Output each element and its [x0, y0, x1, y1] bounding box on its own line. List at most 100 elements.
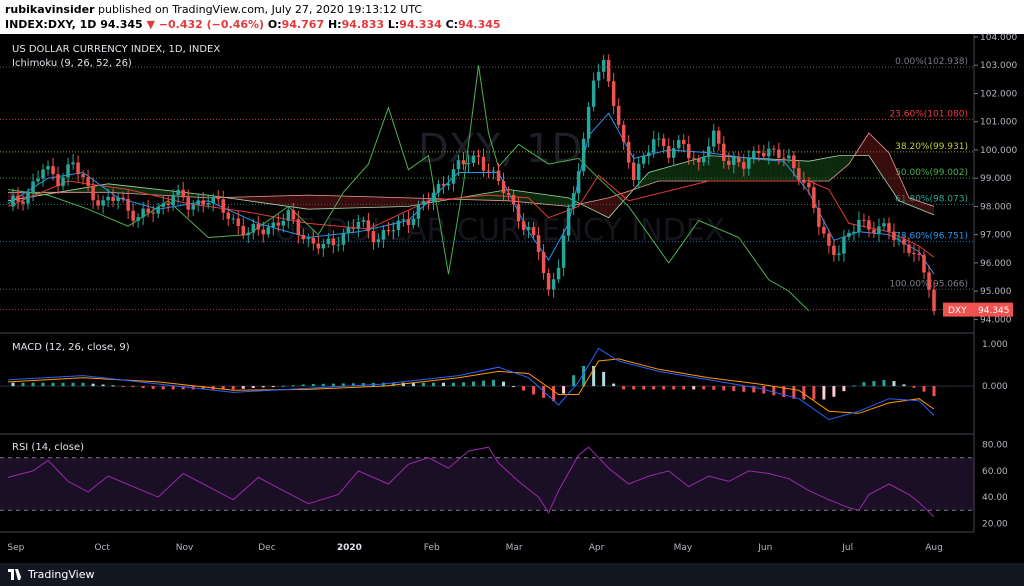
time-axis-label: Aug [925, 543, 943, 553]
candle-body [421, 201, 426, 205]
candle-body [176, 189, 180, 195]
macd-histogram-bar [862, 382, 866, 387]
candle-body [481, 156, 486, 171]
candle-body [681, 139, 686, 145]
macd-histogram-bar [472, 381, 476, 387]
candle-body [266, 227, 271, 235]
candle-body [301, 234, 306, 240]
candle-body [131, 210, 135, 221]
kumo-cloud-segment [563, 197, 569, 207]
candle-body [782, 157, 786, 159]
candle-body [231, 218, 235, 220]
candle-body [802, 179, 806, 183]
rsi-label[interactable]: RSI (14, close) [12, 442, 84, 453]
price-axis-label: 104.000 [980, 33, 1017, 43]
kumo-cloud-segment [373, 196, 379, 208]
time-axis-label: Mar [506, 543, 523, 553]
candle-body [246, 232, 251, 236]
macd-histogram-bar [271, 386, 275, 388]
candle-body [111, 196, 115, 202]
candle-body [516, 204, 521, 222]
tradingview-brand[interactable]: TradingView [28, 568, 94, 581]
candle-body [406, 219, 411, 226]
candle-body [491, 170, 496, 172]
candle-body [561, 235, 566, 268]
candle-body [306, 238, 311, 240]
kumo-cloud-segment [273, 195, 279, 205]
candle-body [541, 251, 546, 274]
candle-body [586, 106, 591, 139]
candle-body [621, 124, 626, 142]
candle-body [626, 141, 631, 163]
price-axis-label: 102.000 [980, 89, 1017, 99]
candle-body [226, 212, 230, 219]
kumo-cloud-segment [688, 159, 694, 181]
candle-body [151, 212, 155, 214]
price-axis-label: 103.000 [980, 61, 1017, 71]
kumo-cloud-segment [268, 196, 274, 205]
candle-body [641, 156, 646, 164]
candle-body [511, 194, 516, 205]
price-axis-label: 96.000 [980, 259, 1012, 269]
kumo-cloud-segment [403, 197, 409, 207]
candle-body [521, 221, 526, 230]
candle-body [161, 203, 165, 207]
kumo-cloud-segment [518, 190, 524, 203]
macd-histogram-bar [692, 386, 696, 390]
footer-bar: TradingView [0, 563, 1024, 586]
candle-body [832, 245, 836, 255]
candle-body [191, 204, 195, 210]
macd-histogram-bar [461, 382, 465, 387]
candle-body [777, 149, 781, 158]
macd-histogram-bar [532, 386, 536, 395]
macd-label[interactable]: MACD (12, 26, close, 9) [12, 342, 130, 353]
candle-body [571, 193, 576, 208]
candle-body [817, 207, 821, 227]
candle-body [486, 170, 491, 172]
ichimoku-label[interactable]: Ichimoku (9, 26, 52, 26) [12, 58, 132, 69]
candle-body [466, 162, 471, 165]
candle-body [546, 273, 551, 290]
price-axis-label: 99.000 [980, 174, 1012, 184]
rsi-band [0, 457, 974, 511]
fib-level-label: 38.20%(99.931) [895, 142, 968, 152]
kumo-cloud-segment [548, 195, 554, 205]
price-axis-label: 100.000 [980, 146, 1017, 156]
candle-body [241, 225, 246, 236]
tradingview-logo-icon [8, 569, 24, 580]
last-price-symbol: DXY [948, 306, 967, 316]
macd-histogram-bar [492, 379, 496, 387]
candle-body [792, 155, 796, 169]
rsi-axis-label: 20.00 [982, 519, 1008, 529]
macd-histogram-bar [241, 386, 245, 389]
candle-body [882, 223, 886, 227]
candle-body [66, 164, 70, 178]
candle-body [41, 169, 45, 179]
rsi-axis-label: 40.00 [982, 493, 1008, 503]
candle-body [451, 169, 456, 184]
kumo-cloud-segment [683, 161, 689, 181]
candle-body [742, 162, 746, 169]
kumo-cloud-segment [708, 155, 714, 181]
candle-body [11, 195, 15, 207]
candle-body [696, 158, 701, 163]
macd-histogram-bar [812, 386, 816, 400]
macd-histogram-bar [772, 386, 776, 396]
kumo-cloud-segment [538, 193, 544, 205]
candle-body [797, 168, 801, 180]
candle-body [661, 138, 666, 146]
candle-body [81, 174, 85, 178]
candle-body [296, 219, 301, 235]
kumo-cloud-segment [758, 158, 764, 181]
candle-body [121, 197, 125, 199]
kumo-cloud-segment [668, 165, 674, 181]
candle-body [732, 157, 736, 165]
candle-body [932, 289, 936, 312]
candle-body [616, 105, 621, 125]
kumo-cloud-segment [398, 197, 404, 207]
macd-histogram-bar [321, 383, 325, 387]
chart-canvas[interactable]: DXY, 1D US DOLLAR CURRENCY INDEX 0.00%(1… [0, 0, 1024, 563]
candle-body [707, 146, 711, 157]
macd-histogram-bar [101, 384, 105, 387]
rsi-axis-label: 80.00 [982, 441, 1008, 451]
